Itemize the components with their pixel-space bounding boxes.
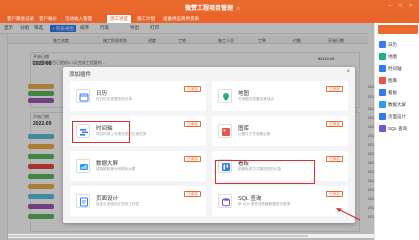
gallery-icon [218, 124, 232, 138]
sidebar-plugin-label: 地图 [388, 54, 397, 59]
sidebar-plugin-page-design[interactable]: 页面设计 [379, 113, 419, 121]
tab-supplier-table[interactable]: 设备供应商供货表 [160, 15, 202, 23]
sidebar-plugin-gallery[interactable]: 图库 [379, 77, 419, 85]
added-button[interactable]: 已添加 [184, 156, 201, 162]
plugin-name: 日历 [96, 91, 108, 97]
calendar-icon [76, 89, 90, 103]
window-controls[interactable]: – □ × [389, 3, 416, 9]
close-icon[interactable]: × [346, 69, 350, 75]
calendar-icon [379, 41, 386, 48]
plugin-name: 页面设计 [96, 196, 119, 202]
added-button[interactable]: 已添加 [184, 121, 201, 127]
tab-activity-income[interactable]: 活动收入管理 [62, 15, 95, 23]
added-button[interactable]: 已添加 [184, 86, 201, 92]
plugin-sidebar-header[interactable] [378, 25, 418, 34]
added-button[interactable]: 已添加 [184, 191, 201, 197]
map-icon [379, 53, 386, 60]
tab-customer-quote[interactable]: 客户报价 [36, 15, 60, 23]
sidebar-plugin-calendar[interactable]: 日历 [379, 41, 419, 49]
add-plugin-dialog: 添加插件 × 日历 在日历中查看您的记录 已添加 地图 在地图中查看记录地点 已… [63, 67, 355, 223]
plugin-card-page-design[interactable]: 页面设计 自定义页面设计您的工作表 已添加 [70, 186, 206, 216]
timeline-icon [379, 65, 386, 72]
tab-construction-progress[interactable]: 施工进度 [107, 15, 131, 23]
plugin-name: 数据大屏 [96, 161, 119, 167]
kanban-icon [379, 89, 386, 96]
plugin-desc: 在地图中查看记录地点 [238, 97, 274, 101]
sidebar-plugin-kanban[interactable]: 看板 [379, 89, 419, 97]
highlight-kanban [215, 160, 315, 184]
tab-customer-followup[interactable]: 客户跟进记录 [4, 15, 37, 23]
plugin-card-calendar[interactable]: 日历 在日历中查看您的记录 已添加 [70, 81, 206, 111]
sidebar-plugin-timeline[interactable]: 时间轴 [379, 65, 419, 73]
plugin-desc: 用 SQL 语言对表格数据进行查询 [238, 202, 291, 206]
arrow-icon [336, 208, 361, 221]
added-button[interactable]: 已添加 [326, 121, 343, 127]
title-bar: 微赞工程项目管理 ☆ – □ × [0, 0, 419, 13]
plugin-desc: 自定义页面设计您的工作表 [96, 202, 140, 206]
plugin-card-sql[interactable]: SQL 查询 用 SQL 语言对表格数据进行查询 已添加 [212, 186, 348, 216]
plugin-card-map[interactable]: 地图 在地图中查看记录地点 已添加 [212, 81, 348, 111]
sql-icon [379, 125, 386, 132]
sidebar-plugin-label: 图库 [388, 78, 397, 83]
page-design-icon [76, 194, 90, 208]
sidebar-plugin-label: 时间轴 [388, 66, 402, 71]
plugin-desc: 在日历中查看您的记录 [96, 97, 132, 101]
plugin-desc: 以图片方式查看记录 [238, 132, 271, 136]
sidebar-plugin-sql[interactable]: SQL 查询 [379, 125, 419, 133]
gallery-icon [379, 77, 386, 84]
sidebar-plugin-label: 数据大屏 [388, 102, 406, 107]
plugin-name: 地图 [238, 91, 250, 97]
sidebar-plugin-label: 页面设计 [388, 114, 406, 119]
sidebar-plugin-label: 看板 [388, 90, 397, 95]
plugin-card-gallery[interactable]: 图库 以图片方式查看记录 已添加 [212, 116, 348, 146]
added-button[interactable]: 已添加 [326, 191, 343, 197]
favorite-star-icon[interactable]: ☆ [236, 6, 240, 12]
plugin-name: SQL 查询 [238, 196, 262, 202]
dashboard-icon [76, 159, 90, 173]
sidebar-plugin-dashboard[interactable]: 数据大屏 [379, 101, 419, 109]
dialog-title: 添加插件 [69, 72, 92, 78]
plugin-name: 图库 [238, 126, 250, 132]
added-button[interactable]: 已添加 [326, 156, 343, 162]
tab-construction-plan[interactable]: 施工计划 [134, 15, 158, 23]
sidebar-plugin-map[interactable]: 地图 [379, 53, 419, 61]
sidebar-plugin-label: SQL 查询 [388, 126, 408, 131]
sidebar-plugin-label: 日历 [388, 42, 397, 47]
horizontal-scrollbar[interactable] [8, 234, 374, 238]
sql-icon [218, 194, 232, 208]
highlight-timeline [72, 121, 130, 143]
plugin-card-dashboard[interactable]: 数据大屏 将数据转换为可视化大屏 已添加 [70, 151, 206, 181]
plugin-sidebar: 日历 地图 时间轴 图库 看板 数据大屏 页面设计 SQL 查询 [374, 23, 419, 240]
plugin-desc: 将数据转换为可视化大屏 [96, 167, 136, 171]
scrollbar-thumb[interactable] [8, 235, 308, 237]
added-button[interactable]: 已添加 [326, 86, 343, 92]
map-icon [218, 89, 232, 103]
app-title: 微赞工程项目管理 ☆ [185, 6, 241, 12]
dashboard-icon [379, 101, 386, 108]
sheet-tabs: 客户跟进记录 客户报价 活动收入管理 施工进度 施工计划 设备供应商供货表 [0, 13, 419, 23]
page-design-icon [379, 113, 386, 120]
